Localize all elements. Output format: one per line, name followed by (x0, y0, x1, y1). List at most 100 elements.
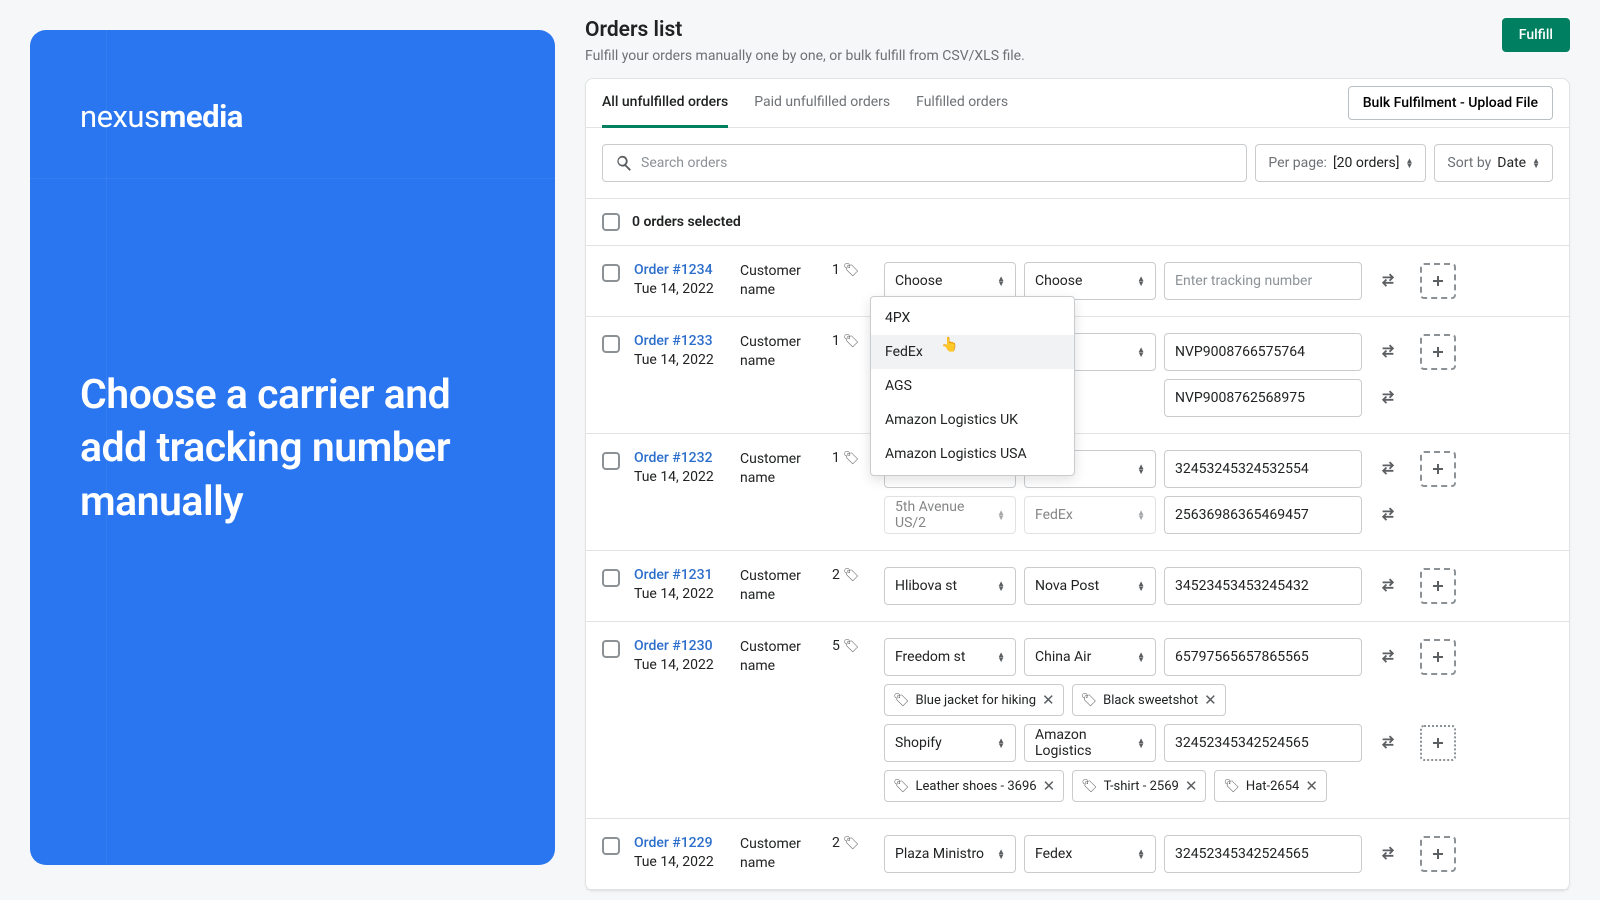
sort-select[interactable]: Sort by Date▲▼ (1434, 144, 1553, 182)
search-input[interactable] (602, 144, 1247, 182)
dropdown-item[interactable]: FedEx👆 (871, 335, 1074, 369)
tracking-input[interactable]: NVP9008766575764 (1164, 333, 1362, 371)
close-icon[interactable]: ✕ (1042, 691, 1055, 709)
item-count: 2 🏷 (832, 567, 870, 583)
carrier-select[interactable]: Nova Post▲▼ (1024, 567, 1156, 605)
close-icon[interactable]: ✕ (1305, 777, 1318, 795)
dropdown-item[interactable]: Amazon Logistics UK (871, 403, 1074, 437)
chip-row: 🏷Leather shoes - 3696✕🏷T-shirt - 2569✕🏷H… (884, 770, 1553, 802)
location-select[interactable]: Hlibova st▲▼ (884, 567, 1016, 605)
carrier-select[interactable]: Amazon Logistics▲▼ (1024, 724, 1156, 762)
add-line-button[interactable] (1420, 725, 1456, 761)
product-chip[interactable]: 🏷Leather shoes - 3696✕ (884, 770, 1064, 802)
dropdown-item[interactable]: Amazon Logistics USA (871, 437, 1074, 471)
swap-icon[interactable] (1370, 497, 1406, 533)
tracking-input[interactable]: 25636986365469457 (1164, 496, 1362, 534)
per-page-select[interactable]: Per page: [20 orders]▲▼ (1255, 144, 1426, 182)
order-row: Order #1230 Tue 14, 2022 Customer name 5 🏷 F… (586, 622, 1569, 819)
promo-headline: Choose a carrier and add tracking number… (80, 369, 505, 529)
logo: nexusmedia (80, 98, 505, 135)
customer-name: Customer name (740, 333, 818, 371)
location-select[interactable]: Freedom st▲▼ (884, 638, 1016, 676)
order-date: Tue 14, 2022 (634, 586, 726, 602)
order-link[interactable]: Order #1231 (634, 567, 713, 583)
order-date: Tue 14, 2022 (634, 657, 726, 673)
tracking-input[interactable]: 32452345342524565 (1164, 835, 1362, 873)
carrier-select[interactable]: FedEx▲▼ (1024, 496, 1156, 534)
add-line-button[interactable] (1420, 334, 1456, 370)
dropdown-item[interactable]: AGS (871, 369, 1074, 403)
carrier-select[interactable]: Choose▲▼ (1024, 262, 1156, 300)
order-link[interactable]: Order #1232 (634, 450, 713, 466)
tracking-input[interactable]: 32452345342524565 (1164, 724, 1362, 762)
tag-icon: 🏷 (893, 693, 910, 708)
carrier-select[interactable]: Fedex▲▼ (1024, 835, 1156, 873)
order-row: Order #1233Tue 14, 2022Customer name1 🏷S… (586, 317, 1569, 434)
order-link[interactable]: Order #1233 (634, 333, 713, 349)
tracking-input[interactable]: Enter tracking number (1164, 262, 1362, 300)
tracking-input[interactable]: 65797565657865565 (1164, 638, 1362, 676)
select-all-checkbox[interactable] (602, 213, 620, 231)
swap-icon[interactable] (1370, 380, 1406, 416)
search-field[interactable] (641, 155, 1234, 171)
order-link[interactable]: Order #1229 (634, 835, 713, 851)
add-line-button[interactable] (1420, 568, 1456, 604)
location-select[interactable]: 5th Avenue US/2▲▼ (884, 496, 1016, 534)
row-checkbox[interactable] (602, 452, 620, 470)
page-subtitle: Fulfill your orders manually one by one,… (585, 48, 1025, 64)
swap-icon[interactable] (1370, 451, 1406, 487)
fulfill-button[interactable]: Fulfill (1502, 18, 1570, 52)
item-count: 2 🏷 (832, 835, 870, 851)
chip-row: 🏷Blue jacket for hiking✕🏷Black sweetshot… (884, 684, 1553, 716)
close-icon[interactable]: ✕ (1204, 691, 1217, 709)
add-line-button[interactable] (1420, 836, 1456, 872)
orders-card: All unfulfilled orders Paid unfulfilled o… (585, 78, 1570, 891)
order-link[interactable]: Order #1230 (634, 638, 713, 654)
tracking-input[interactable]: 32453245324532554 (1164, 450, 1362, 488)
order-link[interactable]: Order #1234 (634, 262, 713, 278)
product-chip[interactable]: 🏷Hat-2654✕ (1214, 770, 1327, 802)
swap-icon[interactable] (1370, 263, 1406, 299)
customer-name: Customer name (740, 835, 818, 873)
swap-icon[interactable] (1370, 334, 1406, 370)
add-line-button[interactable] (1420, 263, 1456, 299)
customer-name: Customer name (740, 638, 818, 676)
order-date: Tue 14, 2022 (634, 854, 726, 870)
tab-1[interactable]: Paid unfulfilled orders (754, 79, 890, 128)
product-chip[interactable]: 🏷Blue jacket for hiking✕ (884, 684, 1064, 716)
location-select[interactable]: Shopify▲▼ (884, 724, 1016, 762)
swap-icon[interactable] (1370, 639, 1406, 675)
row-checkbox[interactable] (602, 335, 620, 353)
add-line-button[interactable] (1420, 451, 1456, 487)
swap-icon[interactable] (1370, 568, 1406, 604)
tag-icon: 🏷 (843, 568, 860, 583)
row-checkbox[interactable] (602, 837, 620, 855)
order-row: Order #1232Tue 14, 2022Customer name1 🏷5… (586, 434, 1569, 551)
tag-icon: 🏷 (843, 639, 860, 654)
tab-2[interactable]: Fulfilled orders (916, 79, 1008, 128)
add-line-button[interactable] (1420, 639, 1456, 675)
tag-icon: 🏷 (1081, 779, 1098, 794)
carrier-select[interactable]: China Air▲▼ (1024, 638, 1156, 676)
swap-icon[interactable] (1370, 836, 1406, 872)
item-count: 5 🏷 (832, 638, 870, 654)
bulk-upload-button[interactable]: Bulk Fulfilment - Upload File (1348, 86, 1553, 120)
tag-icon: 🏷 (843, 334, 860, 349)
location-select[interactable]: Choose▲▼ (884, 262, 1016, 300)
selected-count: 0 orders selected (632, 214, 741, 230)
close-icon[interactable]: ✕ (1043, 777, 1056, 795)
search-icon (615, 154, 633, 172)
dropdown-item[interactable]: 4PX (871, 301, 1074, 335)
product-chip[interactable]: 🏷Black sweetshot✕ (1072, 684, 1226, 716)
carrier-dropdown: 4PXFedEx👆AGSAmazon Logistics UKAmazon Lo… (870, 296, 1075, 476)
row-checkbox[interactable] (602, 264, 620, 282)
tracking-input[interactable]: NVP9008762568975 (1164, 379, 1362, 417)
close-icon[interactable]: ✕ (1185, 777, 1198, 795)
location-select[interactable]: Plaza Ministro▲▼ (884, 835, 1016, 873)
tab-0[interactable]: All unfulfilled orders (602, 79, 728, 128)
swap-icon[interactable] (1370, 725, 1406, 761)
product-chip[interactable]: 🏷T-shirt - 2569✕ (1072, 770, 1206, 802)
tracking-input[interactable]: 34523453453245432 (1164, 567, 1362, 605)
row-checkbox[interactable] (602, 640, 620, 658)
row-checkbox[interactable] (602, 569, 620, 587)
